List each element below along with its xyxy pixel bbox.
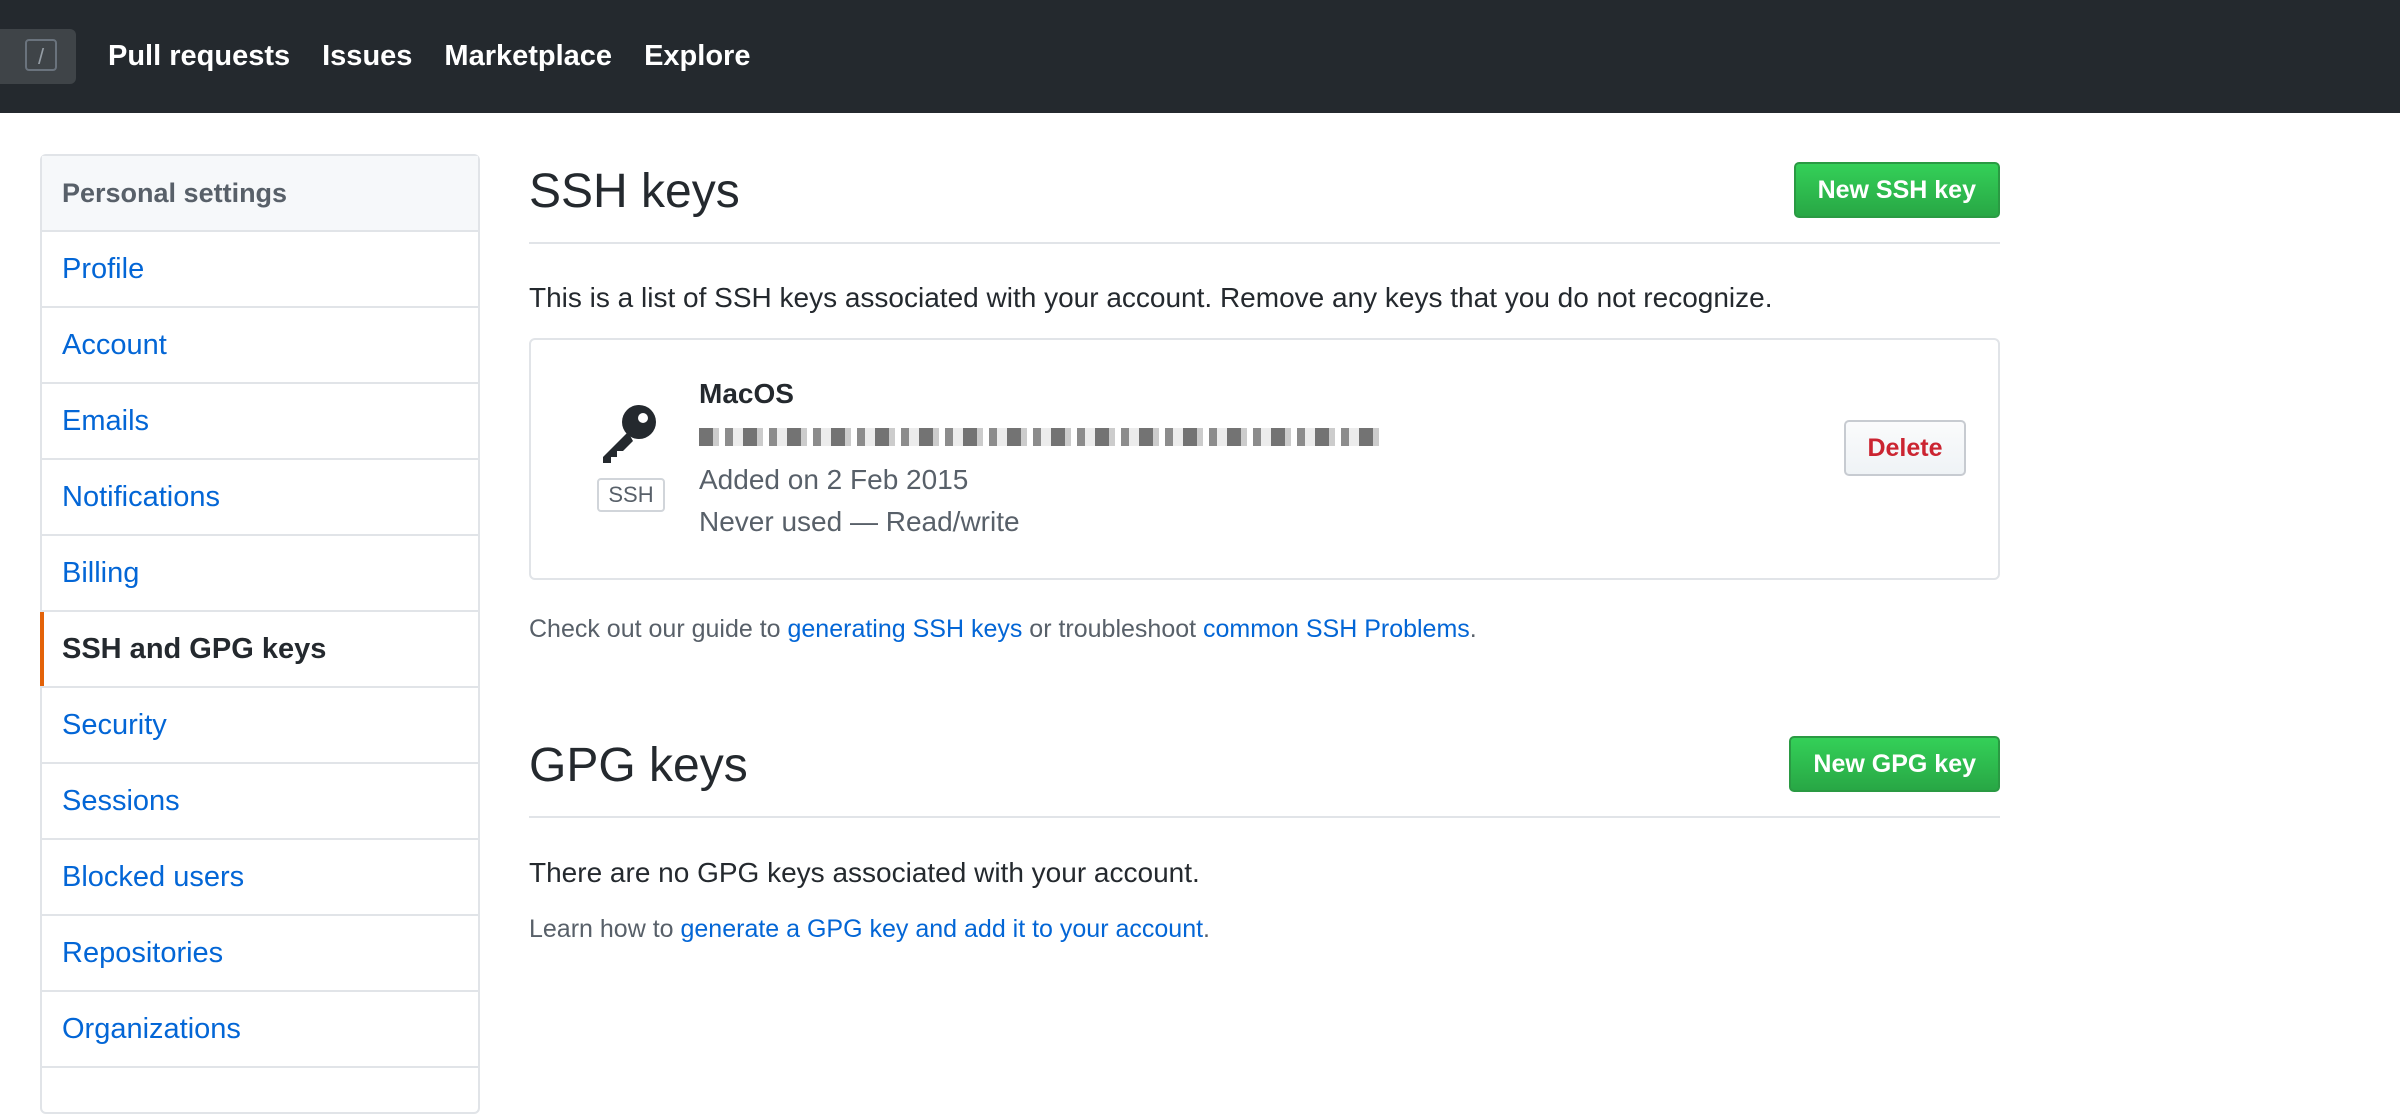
ssh-help-text: Check out our guide to generating SSH ke… (529, 615, 1477, 644)
sidebar-item-notifications[interactable]: Notifications (42, 460, 478, 536)
sidebar-item-security[interactable]: Security (42, 688, 478, 764)
ssh-section-header: SSH keys New SSH key (529, 154, 2000, 244)
sidebar-item-sessions[interactable]: Sessions (42, 764, 478, 840)
generate-gpg-key-link[interactable]: generate a GPG key and add it to your ac… (681, 915, 1204, 943)
ssh-description: This is a list of SSH keys associated wi… (529, 282, 1773, 313)
nav-issues[interactable]: Issues (322, 40, 412, 73)
sidebar-item-account[interactable]: Account (42, 308, 478, 384)
top-navigation-bar: / Pull requests Issues Marketplace Explo… (0, 0, 2400, 113)
nav-marketplace[interactable]: Marketplace (444, 40, 612, 73)
sidebar-item-emails[interactable]: Emails (42, 384, 478, 460)
header-nav: Pull requests Issues Marketplace Explore (108, 0, 750, 113)
delete-ssh-key-button[interactable]: Delete (1844, 420, 1966, 476)
ssh-badge: SSH (597, 478, 665, 512)
new-ssh-key-button[interactable]: New SSH key (1793, 162, 2000, 218)
settings-sidebar: Personal settings Profile Account Emails… (40, 154, 480, 1114)
ssh-help-middle: or troubleshoot (1022, 615, 1204, 643)
new-gpg-key-button[interactable]: New GPG key (1789, 736, 2000, 792)
common-ssh-problems-link[interactable]: common SSH Problems (1203, 615, 1470, 643)
slash-shortcut-icon: / (25, 39, 57, 71)
sidebar-item-organizations[interactable]: Organizations (42, 992, 478, 1068)
key-fingerprint-redacted (699, 428, 1379, 446)
generating-ssh-keys-link[interactable]: generating SSH keys (788, 615, 1023, 643)
gpg-section-header: GPG keys New GPG key (529, 728, 2000, 818)
gpg-help-suffix: . (1203, 915, 1210, 943)
gpg-description: There are no GPG keys associated with yo… (529, 857, 1200, 888)
sidebar-item-profile[interactable]: Profile (42, 232, 478, 308)
ssh-key-added-date: Added on 2 Feb 2015 (699, 464, 969, 495)
sidebar-item-billing[interactable]: Billing (42, 536, 478, 612)
gpg-keys-title: GPG keys (529, 739, 748, 792)
ssh-key-usage: Never used — Read/write (699, 506, 1020, 537)
sidebar-item-ssh-gpg-keys[interactable]: SSH and GPG keys (40, 612, 478, 688)
ssh-keys-title: SSH keys (529, 165, 740, 218)
ssh-key-name: MacOS (699, 378, 794, 409)
ssh-key-item: SSH MacOS Added on 2 Feb 2015 Never used… (529, 338, 2000, 580)
sidebar-heading: Personal settings (42, 156, 478, 232)
main-content: SSH keys New SSH key This is a list of S… (529, 154, 2000, 943)
ssh-help-suffix: . (1469, 615, 1477, 643)
nav-pull-requests[interactable]: Pull requests (108, 40, 290, 73)
key-icon (603, 405, 656, 463)
gpg-help-text: Learn how to generate a GPG key and add … (529, 915, 1210, 944)
gpg-help-prefix: Learn how to (529, 915, 681, 943)
search-box[interactable]: / (0, 29, 76, 84)
sidebar-item-repositories[interactable]: Repositories (42, 916, 478, 992)
ssh-help-prefix: Check out our guide to (529, 615, 788, 643)
sidebar-item-blocked-users[interactable]: Blocked users (42, 840, 478, 916)
nav-explore[interactable]: Explore (644, 40, 750, 73)
